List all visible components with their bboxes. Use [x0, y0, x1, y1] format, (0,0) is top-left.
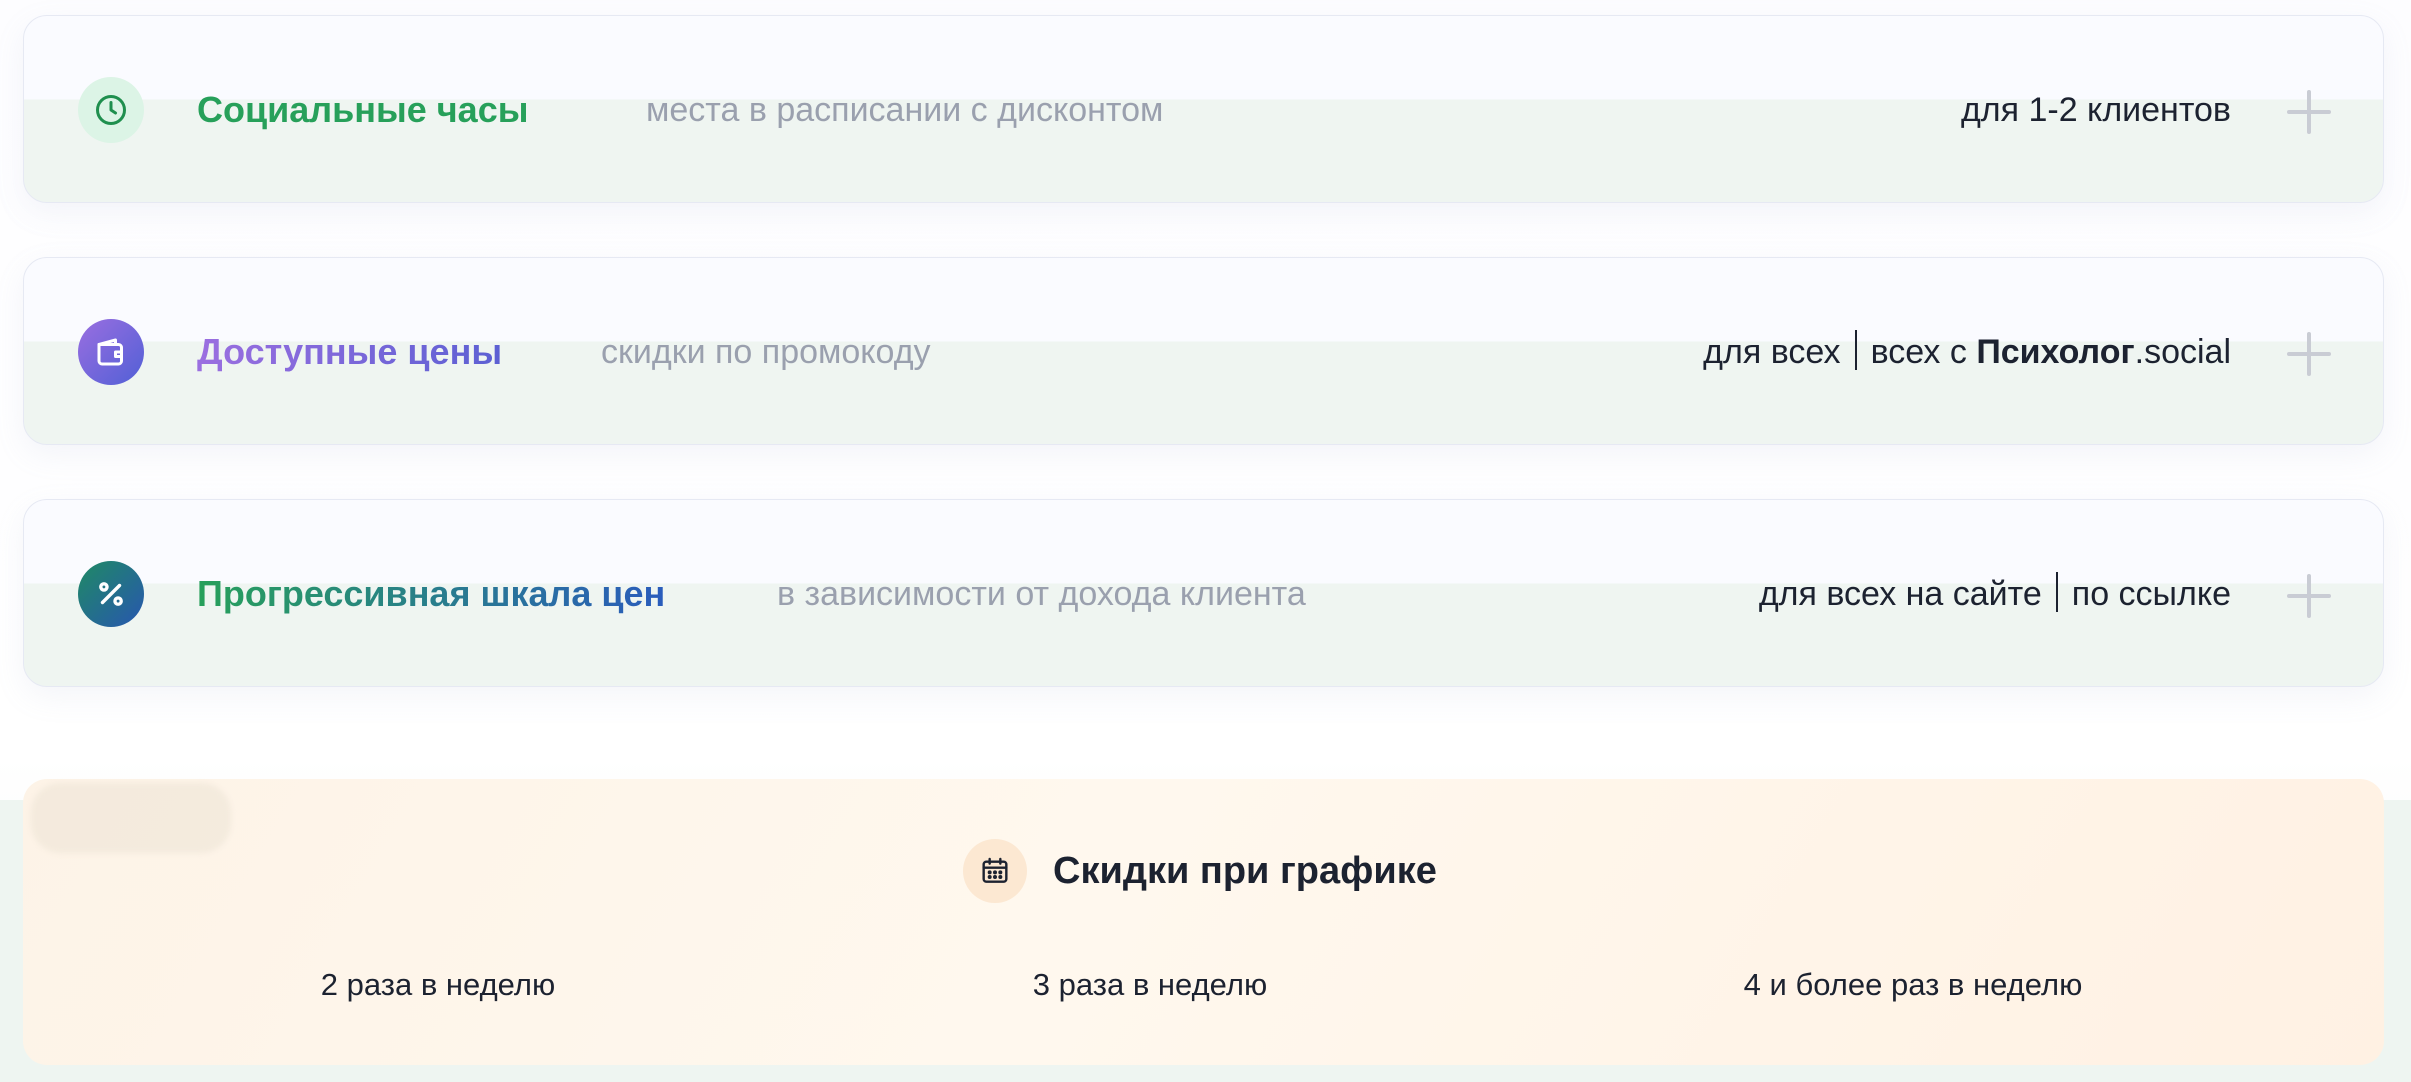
program-audience: для всех на сайте по ссылке [1759, 564, 2231, 624]
expand-plus-icon[interactable] [2287, 332, 2331, 376]
audience-link: по ссылке [2071, 575, 2231, 613]
program-card-affordable-prices[interactable]: Доступные цены скидки по промокоду для в… [23, 257, 2384, 445]
program-subtitle: скидки по промокоду [601, 333, 931, 371]
audience-prefix: всех с [1870, 333, 1977, 371]
page: Социальные часы места в расписании с дис… [0, 0, 2411, 1082]
decorative-smudge [31, 783, 231, 853]
percent-icon [78, 561, 144, 627]
clock-icon [78, 77, 144, 143]
calendar-icon [963, 839, 1027, 903]
program-title: Прогрессивная шкала цен [197, 564, 665, 624]
wallet-icon [78, 319, 144, 385]
program-subtitle: в зависимости от дохода клиента [777, 575, 1306, 613]
expand-plus-icon[interactable] [2287, 574, 2331, 618]
schedule-option: 3 раза в неделю [1032, 967, 1268, 1002]
separator [1854, 330, 1857, 371]
program-audience: для 1-2 клиентов [1960, 91, 2231, 129]
program-card-social-hours[interactable]: Социальные часы места в расписании с дис… [23, 15, 2384, 203]
program-card-sliding-scale[interactable]: Прогрессивная шкала цен в зависимости от… [23, 499, 2384, 687]
audience-all: для всех [1703, 333, 1841, 371]
program-subtitle: места в расписании с дисконтом [646, 91, 1164, 129]
program-title: Доступные цены [197, 322, 502, 382]
separator [2055, 572, 2058, 613]
schedule-option: 2 раза в неделю [320, 967, 556, 1002]
schedule-discounts-title: Скидки при графике [1053, 849, 1437, 892]
brand-name-suffix: .social [2134, 333, 2231, 371]
schedule-discounts-header: Скидки при графике [963, 839, 1437, 903]
brand-name-bold: Психолог [1976, 333, 2135, 371]
audience-site: для всех на сайте [1758, 575, 2042, 613]
program-title: Социальные часы [197, 89, 529, 130]
expand-plus-icon[interactable] [2287, 90, 2331, 134]
schedule-option: 4 и более раз в неделю [1743, 967, 2083, 1002]
program-audience: для всех всех с Психолог.social [1703, 322, 2231, 382]
schedule-discounts-panel: Скидки при графике 2 раза в неделю 3 раз… [23, 779, 2384, 1065]
